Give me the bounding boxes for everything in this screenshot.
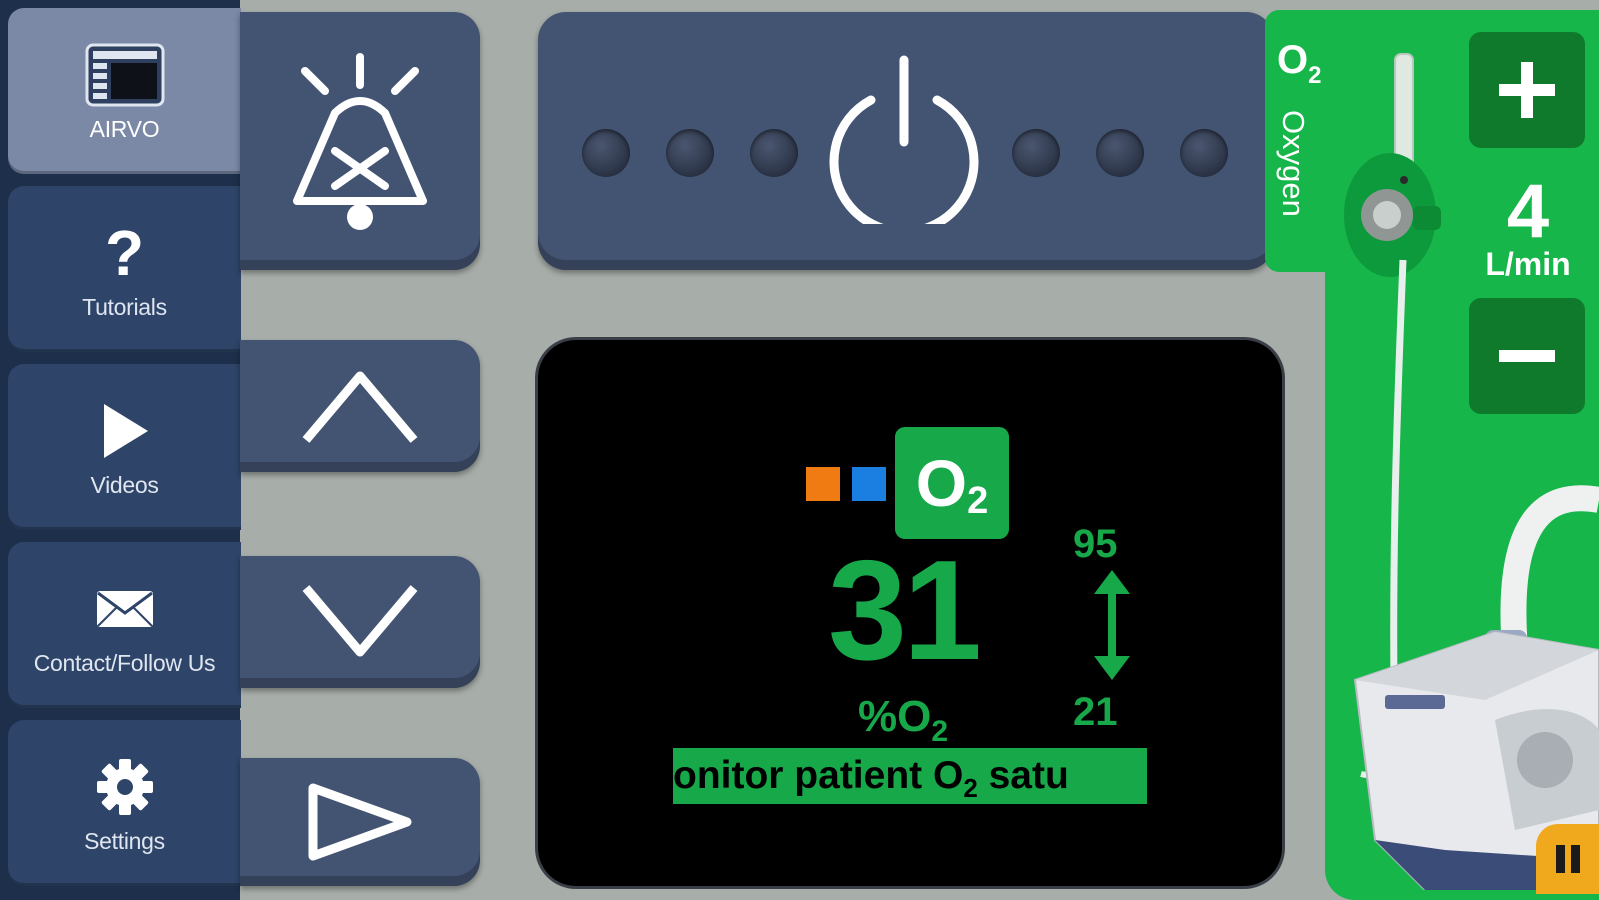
limit-low: 21 <box>1073 690 1118 734</box>
power-panel <box>538 12 1274 270</box>
status-led <box>1012 129 1060 177</box>
oxygen-flow-value: 4 <box>1506 169 1550 254</box>
play-outline-icon <box>308 783 412 861</box>
status-led <box>666 129 714 177</box>
power-button[interactable] <box>816 48 992 237</box>
limit-high: 95 <box>1073 522 1118 566</box>
sidebar-item-label: Tutorials <box>82 293 167 320</box>
sidebar-item-label: Settings <box>84 827 165 854</box>
sidebar-item-label: Videos <box>90 471 159 498</box>
sidebar-item-contact[interactable]: Contact/Follow Us <box>8 542 241 708</box>
pause-button[interactable] <box>1536 824 1599 894</box>
play-icon <box>100 396 150 466</box>
status-led <box>750 129 798 177</box>
envelope-icon <box>95 574 155 644</box>
sidebar-item-tutorials[interactable]: ? Tutorials <box>8 186 241 352</box>
blue-indicator <box>852 467 886 501</box>
power-icon <box>829 55 979 237</box>
gear-icon <box>95 752 155 822</box>
status-led <box>1096 129 1144 177</box>
oxygen-flow-unit: L/min <box>1485 246 1571 282</box>
orange-indicator <box>806 467 840 501</box>
alarm-mute-bell-icon <box>293 53 427 230</box>
oxygen-panel: O2 Oxygen 4 L/min <box>1265 10 1599 900</box>
display-screen: O2 31 %O2 95 21 onitor patient O2 satu <box>538 340 1282 886</box>
down-button[interactable] <box>240 556 480 688</box>
chevron-down-icon <box>302 585 418 657</box>
plus-icon <box>1499 62 1555 118</box>
oxygen-increase-button[interactable] <box>1469 32 1585 148</box>
question-mark-icon: ? <box>104 216 145 289</box>
range-arrow-icon <box>1094 570 1130 680</box>
oxygen-reading: 31 <box>828 531 982 690</box>
pause-icon <box>1556 845 1580 873</box>
oxygen-unit: %O2 <box>858 692 949 748</box>
message-ticker: onitor patient O2 satu <box>673 748 1147 804</box>
alarm-mute-button[interactable] <box>240 12 480 270</box>
sidebar-item-videos[interactable]: Videos <box>8 364 241 530</box>
airvo-device-icon <box>85 40 165 110</box>
o2-mode-badge: O2 <box>895 427 1009 539</box>
status-led <box>582 129 630 177</box>
oxygen-decrease-button[interactable] <box>1469 298 1585 414</box>
oxygen-label: Oxygen <box>1276 110 1311 217</box>
up-button[interactable] <box>240 340 480 472</box>
o2-mark: O2 <box>1277 38 1322 89</box>
status-led <box>1180 129 1228 177</box>
sidebar-item-label: AIRVO <box>89 115 160 142</box>
sidebar-item-label: Contact/Follow Us <box>33 649 216 676</box>
chevron-up-icon <box>302 371 418 443</box>
minus-icon <box>1499 350 1555 362</box>
next-button[interactable] <box>240 758 480 886</box>
sidebar-item-settings[interactable]: Settings <box>8 720 241 886</box>
sidebar-item-airvo[interactable]: AIRVO <box>8 8 241 174</box>
sidebar: AIRVO ? Tutorials Videos Contact/Follow … <box>0 0 241 900</box>
